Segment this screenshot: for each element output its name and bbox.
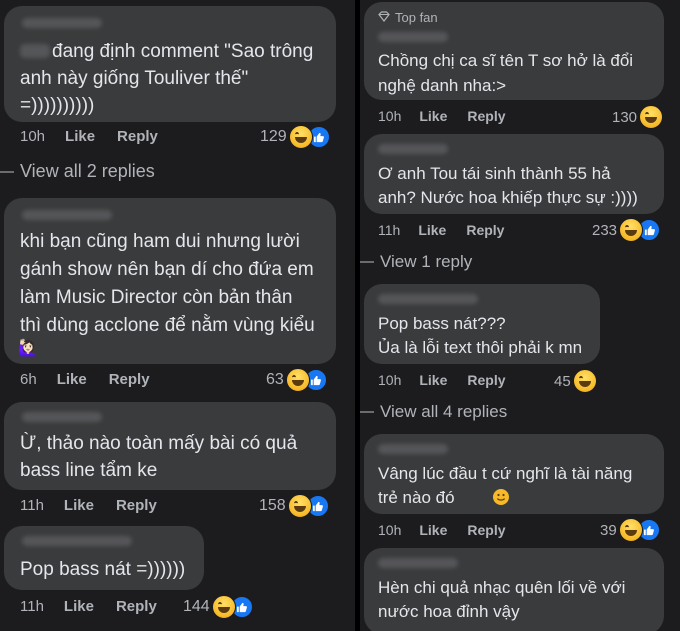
reaction-summary[interactable]: 158 [259,494,329,518]
like-button[interactable]: Like [57,371,87,388]
reaction-count: 144 [183,598,210,615]
comment-time: 10h [20,128,46,145]
comment-bubble[interactable]: Hèn chi quả nhạc quên lối về với nước ho… [364,548,664,631]
view-all-replies-label: View all 2 replies [20,161,155,181]
haha-reaction-icon [619,218,644,242]
comment-bubble[interactable]: khi bạn cũng ham dui nhưng lười gánh sho… [4,198,336,364]
diamond-icon [378,10,390,25]
reaction-summary[interactable]: 45 [554,369,597,393]
commenter-name-blurred [22,210,112,220]
comment-text: khi bạn cũng ham dui nhưng lười gánh sho… [20,231,315,336]
like-button[interactable]: Like [64,497,94,514]
comment-bubble[interactable]: Ơ anh Tou tái sinh thành 55 hả anh? Nước… [364,134,664,214]
top-fan-label: Top fan [395,10,438,25]
reply-button[interactable]: Reply [467,522,505,538]
reaction-summary[interactable]: 144 [183,595,253,619]
reply-thread-line [360,261,374,263]
comment-time: 6h [20,371,37,388]
comment-actions: 11h Like Reply [20,497,157,514]
view-all-replies-link[interactable]: View all 2 replies [0,161,155,182]
reaction-count: 63 [266,371,284,388]
comment-time: 11h [378,222,401,238]
like-button[interactable]: Like [64,598,94,615]
comment-text: Pop bass nát??? Ủa là lỗi text thôi phải… [378,314,583,357]
commenter-name-blurred [378,294,478,304]
haha-reaction-icon [572,369,597,393]
haha-reaction-icon [639,105,664,129]
comment-actions: 11h Like Reply [378,222,504,238]
smile-emoji-icon [493,489,509,505]
reply-button[interactable]: Reply [466,222,504,238]
comment-text: Ơ anh Tou tái sinh thành 55 hả anh? Nước… [378,164,638,207]
comment-text: đang định comment "Sao trông anh này giố… [20,41,314,116]
view-all-replies-link[interactable]: View all 4 replies [360,402,507,422]
reaction-count: 45 [554,372,571,390]
reaction-summary[interactable]: 130 [612,105,664,129]
reply-button[interactable]: Reply [467,372,505,388]
right-comment-panel: Top fan Chồng chị ca sĩ tên T sơ hở là đ… [360,0,680,631]
reply-button[interactable]: Reply [467,108,505,124]
comment-text: Vâng lúc đầu t cứ nghĩ là tài năng trẻ n… [378,464,633,507]
comment-text: Hèn chi quả nhạc quên lối về với nước ho… [378,578,626,621]
haha-reaction-icon [288,125,313,149]
like-button[interactable]: Like [419,372,447,388]
commenter-name-blurred [378,32,448,42]
like-button[interactable]: Like [419,522,447,538]
comment-bubble[interactable]: Pop bass nát??? Ủa là lỗi text thôi phải… [364,284,600,364]
haha-reaction-icon [618,518,643,542]
reply-thread-line [360,411,374,413]
haha-reaction-icon [285,368,310,392]
reply-button[interactable]: Reply [117,128,158,145]
comment-actions: 11h Like Reply [20,598,157,615]
comment-time: 11h [20,497,44,514]
comment-time: 10h [378,522,402,538]
commenter-name-blurred [22,536,132,546]
haha-reaction-icon [287,494,312,518]
comment-actions: 10h Like Reply [378,522,506,538]
comment-actions: 10h Like Reply [378,372,506,388]
reaction-count: 158 [259,497,286,514]
reaction-summary[interactable]: 233 [592,218,661,242]
comment-text: Chồng chị ca sĩ tên T sơ hở là đổi nghệ … [378,51,634,95]
commenter-name-blurred [22,18,102,28]
left-comment-panel: đang định comment "Sao trông anh này giố… [0,0,355,631]
reaction-count: 130 [612,108,638,126]
comment-bubble[interactable]: Ừ, thảo nào toàn mấy bài có quả bass lin… [4,402,336,490]
comment-text: Pop bass nát =)))))) [20,559,186,580]
like-button[interactable]: Like [418,222,446,238]
haha-reaction-icon [211,595,236,619]
reaction-summary[interactable]: 63 [266,368,327,392]
reply-button[interactable]: Reply [116,598,157,615]
like-button[interactable]: Like [419,108,447,124]
comment-emoji: 🙋🏻‍♀️ [18,340,38,357]
comment-text: Ừ, thảo nào toàn mấy bài có quả bass lin… [20,433,298,481]
reaction-summary[interactable]: 39 [600,518,660,542]
reaction-summary[interactable]: 129 [260,125,330,149]
commenter-name-blurred [378,444,448,454]
comment-bubble[interactable]: Top fan Chồng chị ca sĩ tên T sơ hở là đ… [364,2,664,100]
comment-bubble[interactable]: Pop bass nát =)))))) [4,526,204,590]
commenter-name-blurred [22,412,102,422]
reaction-count: 129 [260,128,287,145]
reaction-count: 233 [592,221,618,239]
comment-bubble[interactable]: đang định comment "Sao trông anh này giố… [4,6,336,122]
comment-bubble[interactable]: Vâng lúc đầu t cứ nghĩ là tài năng trẻ n… [364,434,664,514]
comment-actions: 10h Like Reply [20,128,158,145]
top-fan-badge: Top fan [378,10,438,25]
reaction-count: 39 [600,521,617,539]
comment-actions: 10h Like Reply [378,108,506,124]
comment-time: 11h [20,598,44,615]
reply-button[interactable]: Reply [116,497,157,514]
reply-button[interactable]: Reply [109,371,150,388]
view-all-replies-label: View all 4 replies [380,402,508,421]
view-replies-label: View 1 reply [380,252,473,271]
comment-actions: 6h Like Reply [20,371,150,388]
like-button[interactable]: Like [65,128,95,145]
reply-thread-line [0,170,14,173]
comment-time: 10h [378,108,402,124]
comment-time: 10h [378,372,402,388]
view-replies-link[interactable]: View 1 reply [360,252,472,272]
commenter-name-blurred [378,144,448,154]
commenter-name-blurred [378,558,458,568]
